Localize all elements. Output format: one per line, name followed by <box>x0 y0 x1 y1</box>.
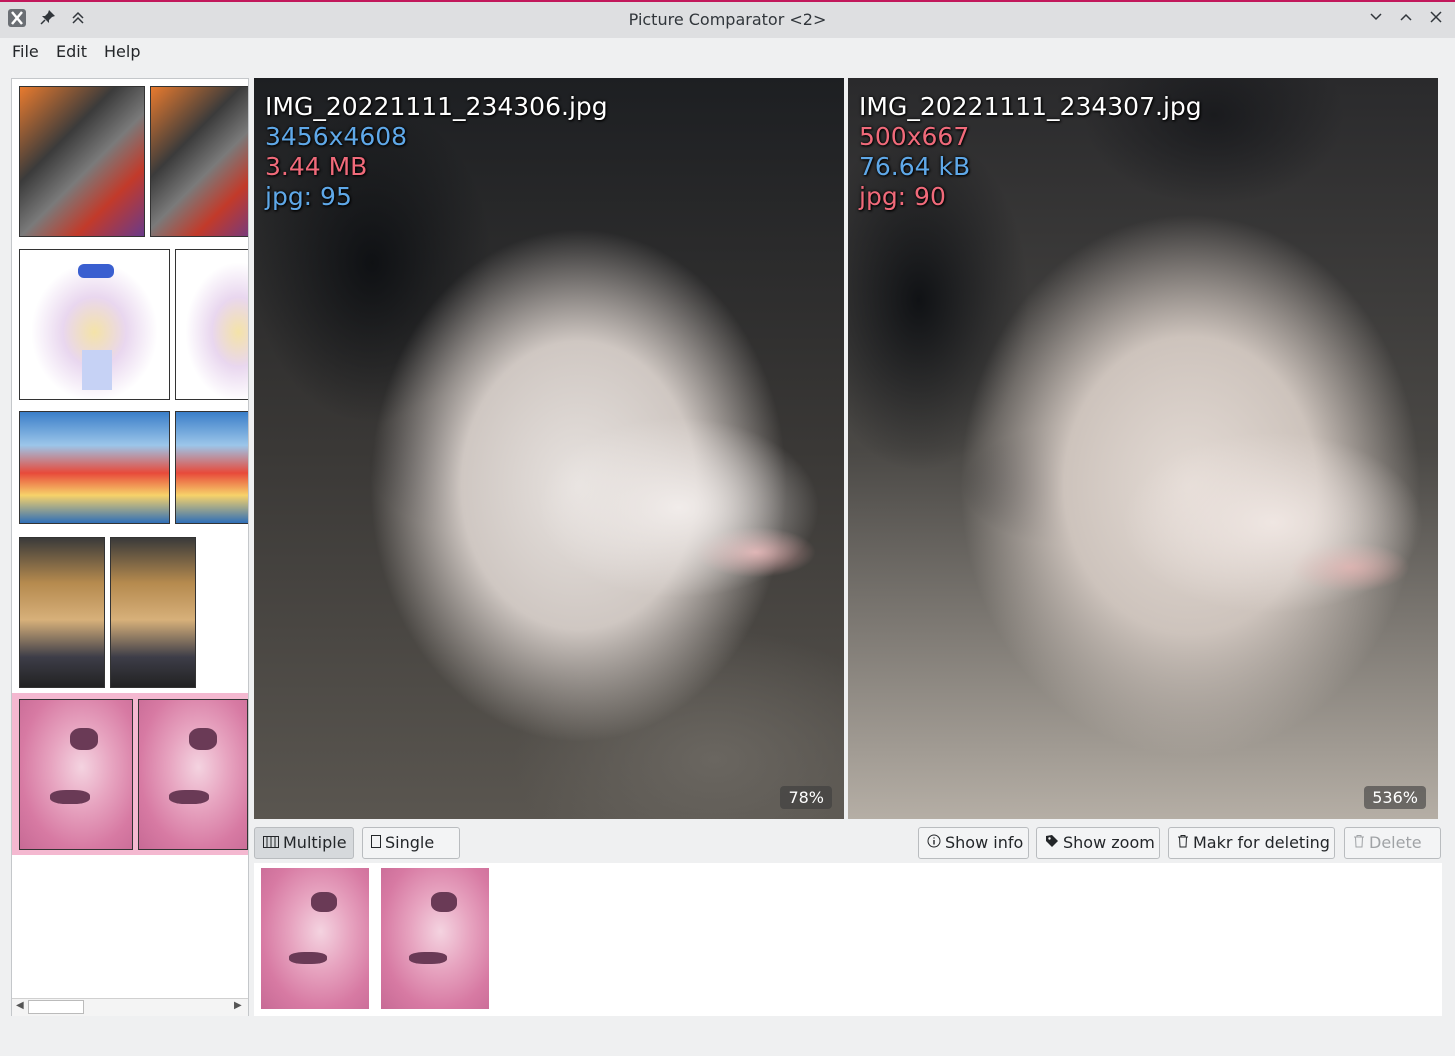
page-icon <box>371 829 381 859</box>
title-bar: Picture Comparator <2> <box>0 0 1455 38</box>
thumbnail <box>150 86 248 237</box>
group-item[interactable] <box>12 247 248 401</box>
thumbnail <box>175 249 248 400</box>
left-filesize: 3.44 MB <box>265 152 368 181</box>
thumbnail[interactable] <box>261 868 369 1009</box>
thumbnail <box>110 537 196 688</box>
mark-for-deleting-button[interactable]: Makr for deleting <box>1168 827 1335 859</box>
show-info-label: Show info <box>945 833 1024 852</box>
left-quality: jpg: 95 <box>265 182 352 211</box>
single-view-button[interactable]: Single <box>362 827 460 859</box>
close-icon[interactable] <box>1424 8 1448 32</box>
right-image-info: IMG_20221111_234307.jpg 500x667 76.64 kB… <box>859 92 1202 212</box>
current-group-strip <box>254 863 1442 1016</box>
left-filename: IMG_20221111_234306.jpg <box>265 92 608 121</box>
thumbnail <box>138 699 248 850</box>
trash-icon <box>1177 829 1189 859</box>
thumbnail[interactable] <box>381 868 489 1009</box>
single-label: Single <box>385 833 435 852</box>
left-resolution: 3456x4608 <box>265 122 408 151</box>
left-image-viewer[interactable]: IMG_20221111_234306.jpg 3456x4608 3.44 M… <box>254 78 844 819</box>
show-info-button[interactable]: Show info <box>918 827 1029 859</box>
thumbnail <box>19 249 170 400</box>
trash-icon <box>1353 829 1365 859</box>
delete-button[interactable]: Delete <box>1344 827 1441 859</box>
thumbnail <box>19 86 145 237</box>
multiple-view-button[interactable]: Multiple <box>254 827 354 859</box>
right-filesize: 76.64 kB <box>859 152 971 181</box>
menu-help[interactable]: Help <box>104 42 140 61</box>
thumbnail <box>19 411 170 524</box>
scroll-right-icon[interactable]: ▶ <box>234 1000 242 1011</box>
right-resolution: 500x667 <box>859 122 970 151</box>
mark-for-deleting-label: Makr for deleting <box>1193 833 1330 852</box>
scroll-left-icon[interactable]: ◀ <box>16 1000 24 1011</box>
thumbnail <box>19 537 105 688</box>
group-item[interactable] <box>12 535 248 689</box>
group-item-selected[interactable] <box>12 693 248 855</box>
menu-file[interactable]: File <box>12 42 39 61</box>
horizontal-scrollbar[interactable]: ◀ ▶ <box>12 998 248 1016</box>
right-filename: IMG_20221111_234307.jpg <box>859 92 1202 121</box>
columns-icon <box>263 829 279 859</box>
info-icon <box>927 829 941 859</box>
menu-edit[interactable]: Edit <box>56 42 87 61</box>
minimize-icon[interactable] <box>1364 8 1388 32</box>
left-zoom-level: 78% <box>780 786 832 809</box>
group-item[interactable] <box>12 85 248 239</box>
thumbnail <box>19 699 133 850</box>
right-image-viewer[interactable]: IMG_20221111_234307.jpg 500x667 76.64 kB… <box>848 78 1438 819</box>
show-zoom-button[interactable]: Show zoom <box>1036 827 1160 859</box>
show-zoom-label: Show zoom <box>1063 833 1155 852</box>
thumbnail <box>175 411 248 524</box>
scrollbar-handle[interactable] <box>28 1000 84 1014</box>
delete-label: Delete <box>1369 833 1422 852</box>
window-title: Picture Comparator <2> <box>628 10 827 29</box>
left-image-info: IMG_20221111_234306.jpg 3456x4608 3.44 M… <box>265 92 608 212</box>
right-zoom-level: 536% <box>1364 786 1426 809</box>
multiple-label: Multiple <box>283 833 347 852</box>
group-list[interactable] <box>11 78 249 1016</box>
menu-bar: File Edit Help <box>0 38 1455 66</box>
group-item[interactable] <box>12 409 248 525</box>
tag-icon <box>1045 829 1059 859</box>
maximize-icon[interactable] <box>1394 8 1418 32</box>
right-quality: jpg: 90 <box>859 182 946 211</box>
